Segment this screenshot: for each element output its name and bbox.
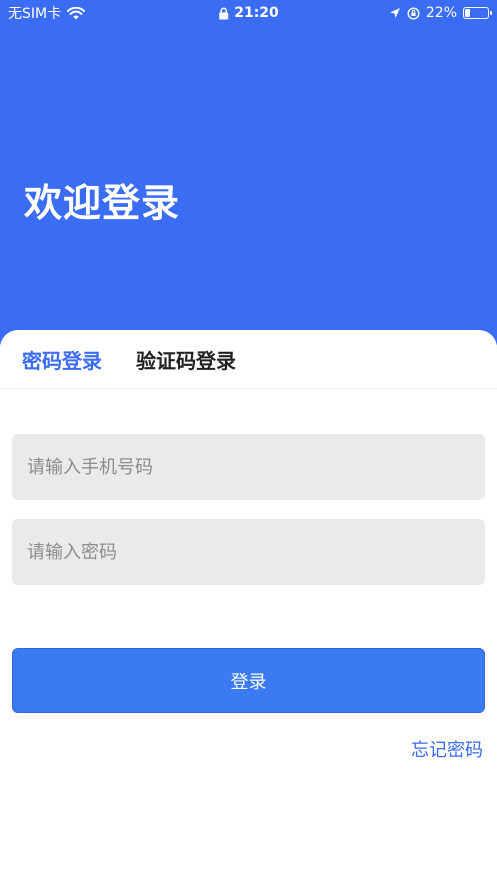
login-tabs: 密码登录 验证码登录 <box>0 330 497 389</box>
login-screen: 欢迎登录 无SIM卡 21:20 22% 密码登录 验证码登录 请输入手机号码 … <box>0 0 497 883</box>
status-bar-center: 21:20 <box>218 5 279 21</box>
password-input[interactable] <box>12 519 485 585</box>
carrier-label: 无SIM卡 <box>8 6 62 22</box>
battery-icon <box>463 7 492 19</box>
forgot-password-link[interactable]: 忘记密码 <box>411 736 483 762</box>
phone-field <box>12 434 485 500</box>
header-banner: 欢迎登录 <box>0 0 497 345</box>
clock-time: 21:20 <box>234 5 279 21</box>
battery-fill <box>465 9 471 17</box>
battery-percent: 22% <box>425 5 457 21</box>
location-icon <box>389 8 400 18</box>
login-button[interactable]: 登录 <box>12 648 485 713</box>
tab-password-login[interactable]: 密码登录 <box>22 345 102 374</box>
lock-icon <box>218 7 228 19</box>
phone-input[interactable] <box>12 434 485 500</box>
password-field <box>12 519 485 585</box>
orientation-lock-icon <box>407 6 420 20</box>
wifi-icon <box>67 6 86 19</box>
status-bar-left: 无SIM卡 <box>8 3 86 23</box>
tab-code-login[interactable]: 验证码登录 <box>136 345 236 374</box>
page-title: 欢迎登录 <box>24 181 181 225</box>
status-bar-right: 22% <box>389 5 492 21</box>
login-card: 密码登录 验证码登录 登录 忘记密码 <box>0 330 497 883</box>
status-bar: 无SIM卡 21:20 22% <box>0 0 497 26</box>
